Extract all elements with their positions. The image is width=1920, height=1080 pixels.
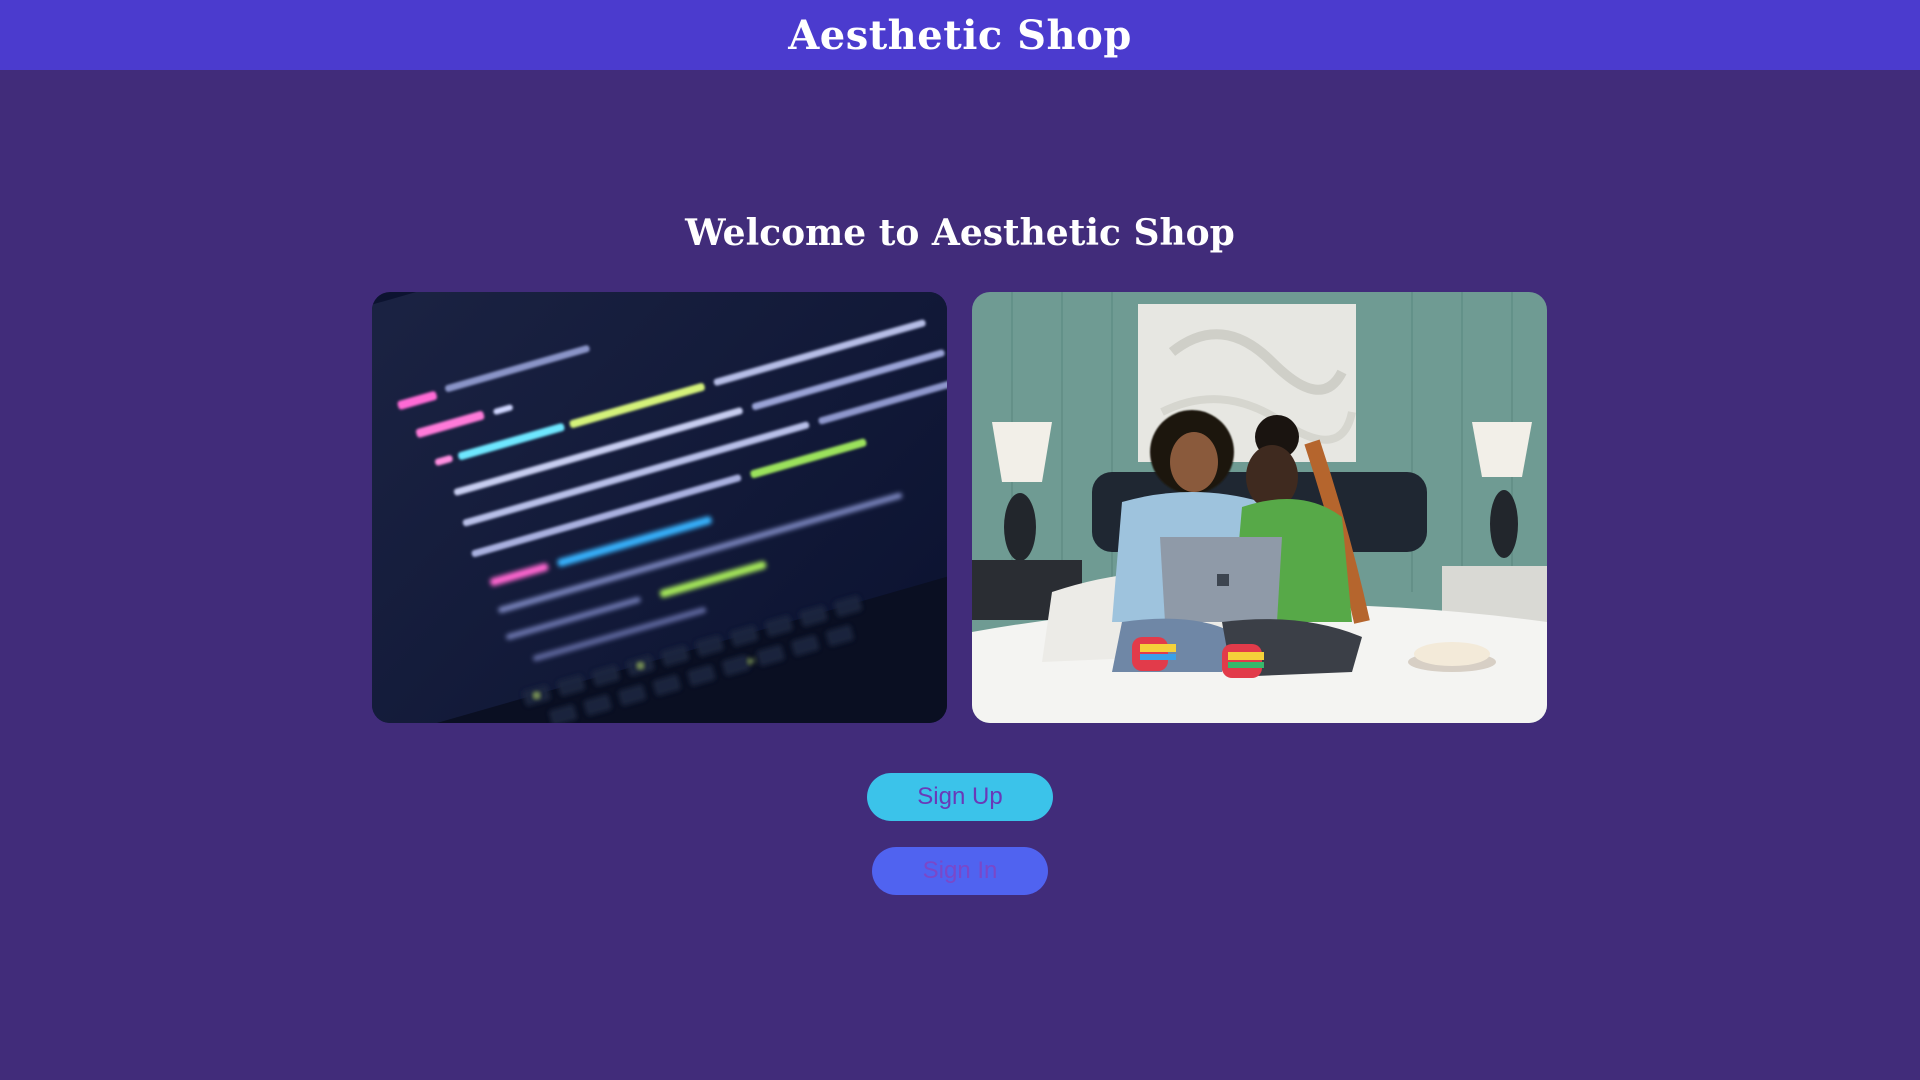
code-laptop-illustration (372, 292, 947, 723)
site-title: Aesthetic Shop (788, 11, 1132, 59)
sign-up-button[interactable]: Sign Up (867, 773, 1053, 821)
people-bed-illustration (972, 292, 1547, 723)
code-laptop-image (372, 292, 947, 723)
bed-laptop-image (972, 292, 1547, 723)
sign-in-button[interactable]: Sign In (872, 847, 1048, 895)
top-bar: Aesthetic Shop (0, 0, 1920, 70)
image-gallery (372, 292, 1548, 723)
welcome-heading: Welcome to Aesthetic Shop (685, 212, 1235, 254)
